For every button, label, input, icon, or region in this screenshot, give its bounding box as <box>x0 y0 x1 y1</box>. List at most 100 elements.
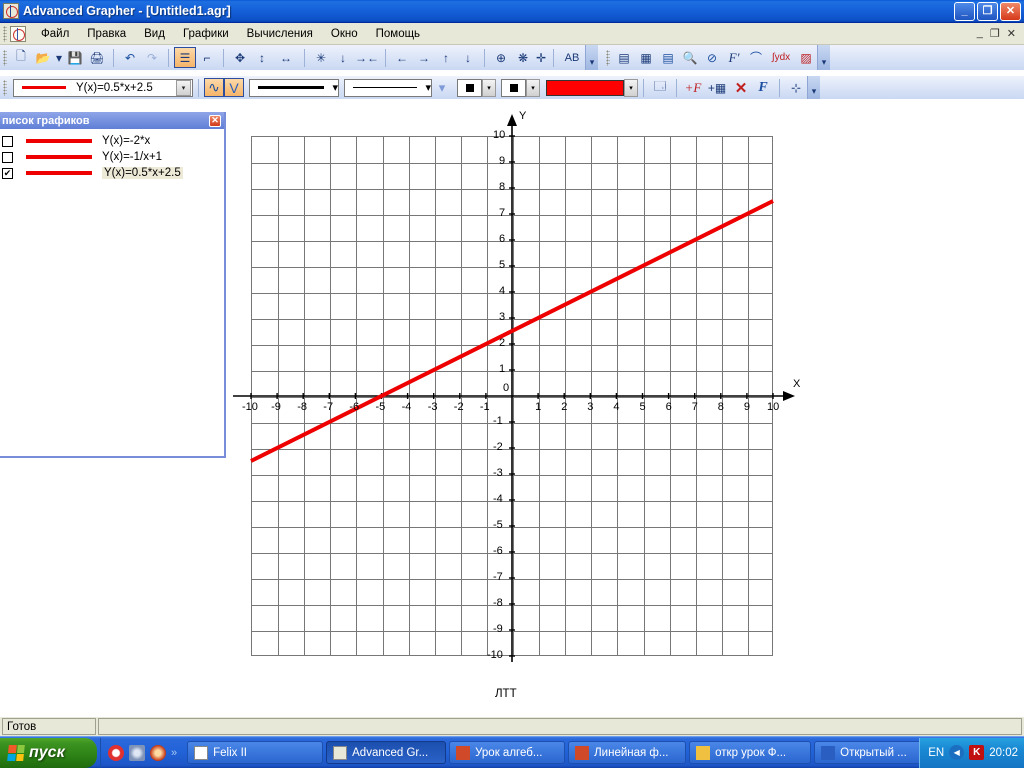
close-button[interactable]: ✕ <box>1000 1 1021 21</box>
line-style-combo[interactable]: ▾ <box>344 78 432 97</box>
open-file-icon[interactable]: 📂 <box>32 47 54 68</box>
menu-item-window[interactable]: Окно <box>322 25 367 43</box>
menu-item-help[interactable]: Помощь <box>367 25 429 43</box>
plot-canvas[interactable]: -10 -9 -8 -7 -6 -5 -4 -3 -2 -1 0 1 2 3 4 5 6 7 8 9 10 -10 -9 -8… <box>226 110 1024 712</box>
grid-table-icon[interactable]: ▦ <box>635 47 657 68</box>
task-button-otkr-urok[interactable]: откр урок Ф... <box>689 741 812 764</box>
formula-combo-arrow[interactable]: ▾ <box>176 79 191 96</box>
graph-visibility-checkbox[interactable] <box>2 135 13 147</box>
graph-properties-icon[interactable]: 🗔 <box>649 77 671 98</box>
quicklaunch-icon-1[interactable] <box>108 744 124 761</box>
open-dropdown-icon[interactable]: ▾ <box>54 47 64 68</box>
task-button-felix[interactable]: Felix II <box>187 741 324 764</box>
zoom-vertical-in-icon[interactable]: ↓ <box>332 47 354 68</box>
graph-list-row-2[interactable]: Y(x)=-1/x+1 <box>0 149 224 165</box>
clock[interactable]: 20:02 <box>989 747 1018 759</box>
zoom-in-icon[interactable]: ✳ <box>310 47 332 68</box>
marker-fill-combo[interactable] <box>457 78 482 97</box>
scroll-up-icon[interactable]: ↑ <box>435 47 457 68</box>
line-style-arrow[interactable]: ▾ <box>425 81 431 94</box>
graph-toolbar-overflow[interactable]: ▾ <box>807 76 820 99</box>
derivative-icon[interactable]: F' <box>723 47 745 68</box>
edit-function-icon[interactable]: F <box>752 77 774 98</box>
marker-style-icon[interactable]: ▾ <box>432 77 452 98</box>
trace-zoom-icon[interactable]: 🔍 <box>679 47 701 68</box>
graph-color-combo[interactable]: ▾ <box>546 78 638 97</box>
scroll-left-icon[interactable]: ← <box>391 47 413 68</box>
delete-graph-icon[interactable]: ✕ <box>730 77 752 98</box>
mdi-restore-button[interactable]: ❐ <box>990 27 1000 40</box>
graph-visibility-checkbox[interactable] <box>2 151 13 163</box>
graph-visibility-checkbox[interactable]: ✔ <box>2 167 13 179</box>
menu-item-file[interactable]: Файл <box>32 25 78 43</box>
print-icon[interactable]: 🖨 <box>86 47 108 68</box>
mdi-minimize-button[interactable]: _ <box>977 27 983 40</box>
zoom-horizontal-in-icon[interactable]: →← <box>354 47 380 68</box>
integral-icon[interactable]: ∫ydx <box>767 47 795 68</box>
line-width-combo[interactable]: ▾ <box>249 78 339 97</box>
marker-fill-arrow[interactable]: ▾ <box>482 78 496 97</box>
scroll-right-icon[interactable]: → <box>413 47 435 68</box>
calc-toolbar-grip[interactable] <box>606 49 610 66</box>
menu-item-graphs[interactable]: Графики <box>174 25 238 43</box>
graph-list-close-icon[interactable]: ✕ <box>209 114 221 127</box>
stretch-vertical-icon[interactable]: ↕ <box>251 47 273 68</box>
function-style-icon[interactable]: ∿ <box>204 78 224 97</box>
line-width-arrow[interactable]: ▾ <box>332 81 338 94</box>
app-icon <box>3 3 19 19</box>
quicklaunch-icon-3[interactable] <box>150 744 166 761</box>
main-toolbar-grip[interactable] <box>3 49 7 66</box>
formula-combo[interactable]: Y(x)=0.5*x+2.5 ▾ <box>13 78 193 97</box>
tangent-icon[interactable]: ⌒ <box>745 47 767 68</box>
task-button-urok-algebra[interactable]: Урок алгеб... <box>449 741 566 764</box>
stretch-horizontal-icon[interactable]: ↔ <box>273 47 299 68</box>
maximize-button[interactable]: ❐ <box>977 1 998 21</box>
status-secondary-panel <box>98 718 1022 735</box>
table-icon[interactable]: ▤ <box>613 47 635 68</box>
menu-grip[interactable] <box>3 25 7 42</box>
graph-list-toggle-icon[interactable]: ☰ <box>174 47 196 68</box>
mdi-close-button[interactable]: ✕ <box>1007 27 1016 40</box>
language-indicator[interactable]: EN <box>928 747 944 759</box>
point-style-arrow[interactable]: ▾ <box>526 78 540 97</box>
start-button[interactable]: пуск <box>0 738 97 768</box>
point-style-combo[interactable] <box>501 78 526 97</box>
task-button-lineynaya[interactable]: Линейная ф... <box>568 741 687 764</box>
intersection-icon[interactable]: ⊘ <box>701 47 723 68</box>
save-icon[interactable]: 💾 <box>64 47 86 68</box>
new-file-icon[interactable]: 🗋 <box>10 47 32 68</box>
quicklaunch-overflow-icon[interactable]: » <box>171 747 177 759</box>
menu-item-edit[interactable]: Правка <box>78 25 135 43</box>
antivirus-icon[interactable]: K <box>969 745 985 760</box>
main-toolbar-overflow[interactable]: ▾ <box>585 45 598 70</box>
add-table-icon[interactable]: +▦ <box>704 77 730 98</box>
undo-icon[interactable]: ↶ <box>119 47 141 68</box>
volume-icon[interactable]: ◀ <box>949 745 965 760</box>
fit-all-icon[interactable]: ❋ <box>512 47 534 68</box>
graph-list-titlebar[interactable]: писок графиков ✕ <box>0 112 224 129</box>
task-button-advanced-grapher[interactable]: Advanced Gr... <box>326 741 447 764</box>
calc-toolbar-overflow[interactable]: ▾ <box>817 45 830 70</box>
center-origin-icon[interactable]: ⊕ <box>490 47 512 68</box>
area-icon[interactable]: ▨ <box>795 47 817 68</box>
minimize-button[interactable]: _ <box>954 1 975 21</box>
task-button-otkrytyy[interactable]: Открытый ... <box>814 741 920 764</box>
window-title-bar[interactable]: Advanced Grapher - [Untitled1.agr] _ ❐ ✕ <box>0 0 1024 23</box>
graph-properties2-icon[interactable]: ⊹ <box>785 77 807 98</box>
scroll-down-icon[interactable]: ↓ <box>457 47 479 68</box>
quicklaunch-icon-2[interactable] <box>129 744 145 761</box>
graph-toolbar-grip[interactable] <box>3 79 7 96</box>
graph-list-row-3[interactable]: ✔ Y(x)=0.5*x+2.5 <box>0 165 224 181</box>
fit-partial-icon[interactable]: ✛ <box>534 47 548 68</box>
graph-list-row-1[interactable]: Y(x)=-2*x <box>0 133 224 149</box>
menu-item-view[interactable]: Вид <box>135 25 174 43</box>
data-sheet-icon[interactable]: ▤ <box>657 47 679 68</box>
parabola-style-icon[interactable]: V <box>224 78 244 97</box>
menu-item-calculations[interactable]: Вычисления <box>238 25 322 43</box>
redo-icon[interactable]: ↷ <box>141 47 163 68</box>
axes-settings-icon[interactable]: ⌐ <box>196 47 218 68</box>
add-function-icon[interactable]: +F <box>682 77 704 98</box>
pan-icon[interactable]: ✥ <box>229 47 251 68</box>
graph-color-arrow[interactable]: ▾ <box>624 78 638 97</box>
text-label-icon[interactable]: AB <box>559 47 585 68</box>
